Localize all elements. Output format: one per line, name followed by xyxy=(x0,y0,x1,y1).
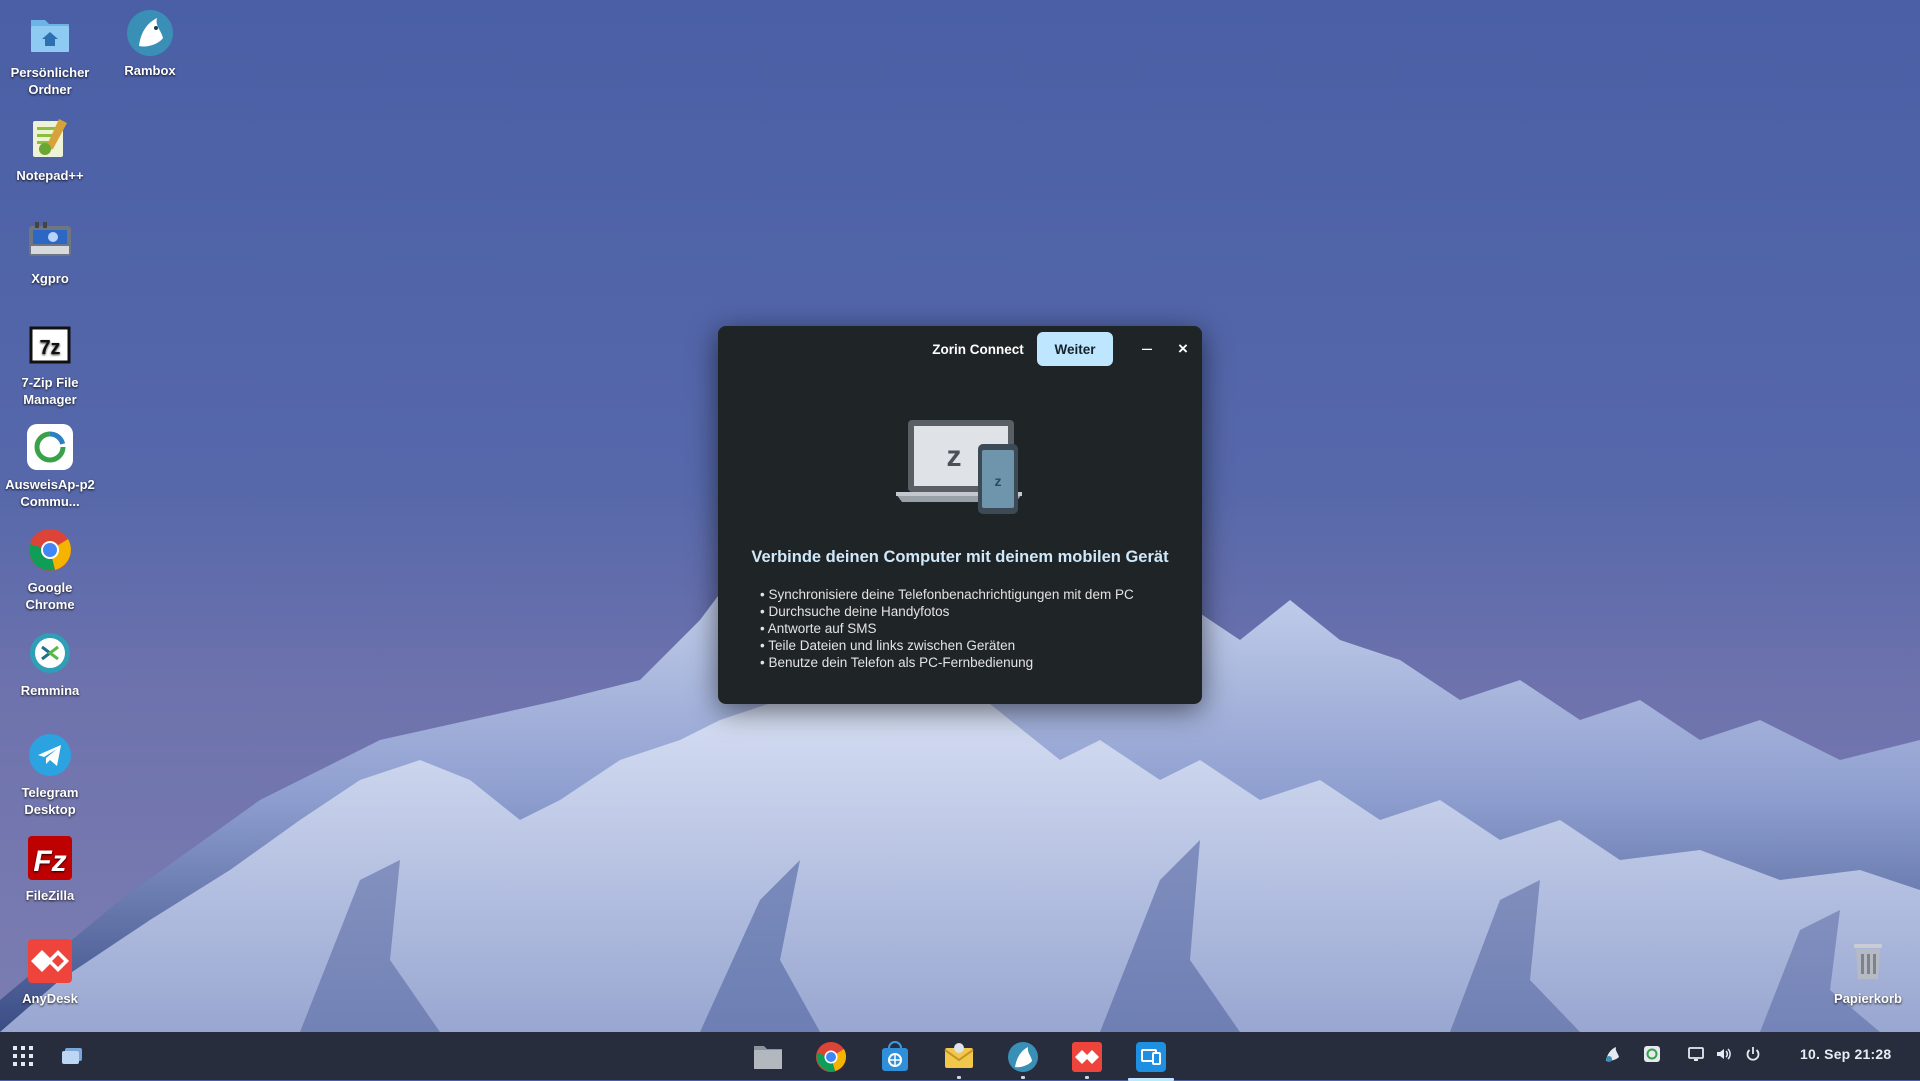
desktop-icon-label: Telegram Desktop xyxy=(21,785,79,817)
desktop-icon-label: Notepad++ xyxy=(16,168,84,183)
desktop-icon-7zip[interactable]: 7z 7-Zip File Manager xyxy=(2,320,98,408)
desktop-icon-trash[interactable]: Papierkorb xyxy=(1820,936,1916,1007)
ausweisapp-tray-icon xyxy=(1644,1046,1660,1062)
desktop-icon-label: Remmina xyxy=(20,683,80,698)
filezilla-icon: Fz xyxy=(25,833,75,883)
taskbar: 10. Sep 21:28 xyxy=(0,1032,1920,1081)
taskbar-app-files[interactable] xyxy=(751,1040,785,1074)
workspaces-icon xyxy=(62,1048,82,1064)
trash-icon xyxy=(1843,936,1893,986)
rambox-icon xyxy=(125,8,175,58)
desktop-icon-anydesk[interactable]: AnyDesk xyxy=(2,936,98,1007)
feature-list: Synchronisiere deine Telefonbenachrichti… xyxy=(760,586,1134,671)
desktop-icon-label: Xgpro xyxy=(31,271,69,286)
workspaces-button[interactable] xyxy=(60,1045,84,1067)
desktop-icon-filezilla[interactable]: Fz FileZilla xyxy=(2,833,98,904)
tray-display[interactable] xyxy=(1686,1045,1706,1065)
dialog-heading: Verbinde deinen Computer mit deinem mobi… xyxy=(751,548,1169,566)
taskbar-app-zorin-connect[interactable] xyxy=(1128,1040,1174,1081)
volume-icon xyxy=(1717,1048,1731,1060)
telegram-icon xyxy=(25,730,75,780)
desktop-icon-xgpro[interactable]: Xgpro xyxy=(2,216,98,287)
display-icon xyxy=(1688,1047,1704,1061)
feature-item: Teile Dateien und links zwischen Geräten xyxy=(760,637,1134,654)
desktop-icon-ausweisapp[interactable]: AusweisAp-p2 Commu... xyxy=(2,422,98,510)
xgpro-icon xyxy=(25,216,75,266)
seven-zip-icon: 7z xyxy=(25,320,75,370)
running-indicator xyxy=(957,1076,961,1079)
app-grid-icon xyxy=(13,1046,33,1066)
desktop-icon-label: Persönlicher Ordner xyxy=(10,65,90,97)
next-button[interactable]: Weiter xyxy=(1037,332,1113,366)
svg-text:Fz: Fz xyxy=(33,845,66,878)
zorin-connect-icon xyxy=(1136,1042,1166,1072)
desktop-icon-notepad-plus-plus[interactable]: Notepad++ xyxy=(2,113,98,184)
app-grid-button[interactable] xyxy=(12,1045,34,1067)
chrome-icon xyxy=(816,1042,847,1072)
minimize-icon: – xyxy=(1141,338,1152,358)
svg-text:z: z xyxy=(995,473,1002,489)
feature-item: Benutze dein Telefon als PC-Fernbedienun… xyxy=(760,654,1134,671)
close-icon: × xyxy=(1178,339,1188,358)
desktop-icon-telegram[interactable]: Telegram Desktop xyxy=(2,730,98,818)
desktop-icon-label: AusweisAp-p2 Commu... xyxy=(5,477,95,509)
feature-item: Synchronisiere deine Telefonbenachrichti… xyxy=(760,586,1133,603)
taskbar-app-software-store[interactable] xyxy=(878,1040,912,1074)
desktop-icon-label: 7-Zip File Manager xyxy=(21,375,79,407)
tray-power[interactable] xyxy=(1743,1045,1763,1065)
svg-text:z: z xyxy=(947,440,962,473)
desktop-icon-remmina[interactable]: Remmina xyxy=(2,628,98,699)
tray-rambox[interactable] xyxy=(1602,1045,1622,1065)
taskbar-app-rambox[interactable] xyxy=(1006,1040,1040,1079)
power-icon xyxy=(1746,1047,1760,1061)
close-button[interactable]: × xyxy=(1169,336,1197,362)
remmina-icon xyxy=(25,628,75,678)
desktop-icon-label: FileZilla xyxy=(25,888,75,903)
anydesk-icon xyxy=(1072,1042,1102,1072)
tray-volume[interactable] xyxy=(1714,1045,1734,1065)
notepad-plus-plus-icon xyxy=(25,113,75,163)
running-indicator xyxy=(1085,1076,1089,1079)
feature-item: Antworte auf SMS xyxy=(760,620,1134,637)
anydesk-icon xyxy=(25,936,75,986)
dialog-title: Zorin Connect xyxy=(932,342,1024,357)
desktop-icon-rambox[interactable]: Rambox xyxy=(102,8,198,79)
files-icon xyxy=(754,1046,782,1069)
tray-ausweisapp[interactable] xyxy=(1642,1045,1662,1065)
taskbar-app-chrome[interactable] xyxy=(814,1040,848,1074)
mail-icon xyxy=(944,1043,974,1068)
rambox-icon xyxy=(1008,1042,1038,1072)
svg-text:7z: 7z xyxy=(39,337,60,359)
laptop-phone-icon: z z xyxy=(896,420,1022,514)
minimize-button[interactable]: – xyxy=(1133,336,1161,362)
taskbar-app-anydesk[interactable] xyxy=(1070,1040,1104,1079)
rambox-tray-icon xyxy=(1606,1047,1619,1062)
running-indicator xyxy=(1021,1076,1025,1079)
desktop-icon-home-folder[interactable]: Persönlicher Ordner xyxy=(2,10,98,98)
home-folder-icon xyxy=(25,10,75,60)
desktop-icon-label: Rambox xyxy=(124,63,176,78)
feature-item: Durchsuche deine Handyfotos xyxy=(760,603,1134,620)
taskbar-app-mail[interactable] xyxy=(942,1040,976,1079)
desktop-icon-label: Papierkorb xyxy=(1834,991,1902,1006)
desktop-icon-google-chrome[interactable]: Google Chrome xyxy=(2,525,98,613)
chrome-icon xyxy=(25,525,75,575)
clock[interactable]: 10. Sep 21:28 xyxy=(1800,1046,1891,1062)
zorin-connect-dialog: Zorin Connect Weiter – × z z Verbinde de… xyxy=(718,326,1202,704)
software-store-icon xyxy=(882,1041,908,1071)
ausweisapp-icon xyxy=(25,422,75,472)
desktop-icon-label: AnyDesk xyxy=(22,991,78,1006)
desktop-icon-label: Google Chrome xyxy=(25,580,75,612)
